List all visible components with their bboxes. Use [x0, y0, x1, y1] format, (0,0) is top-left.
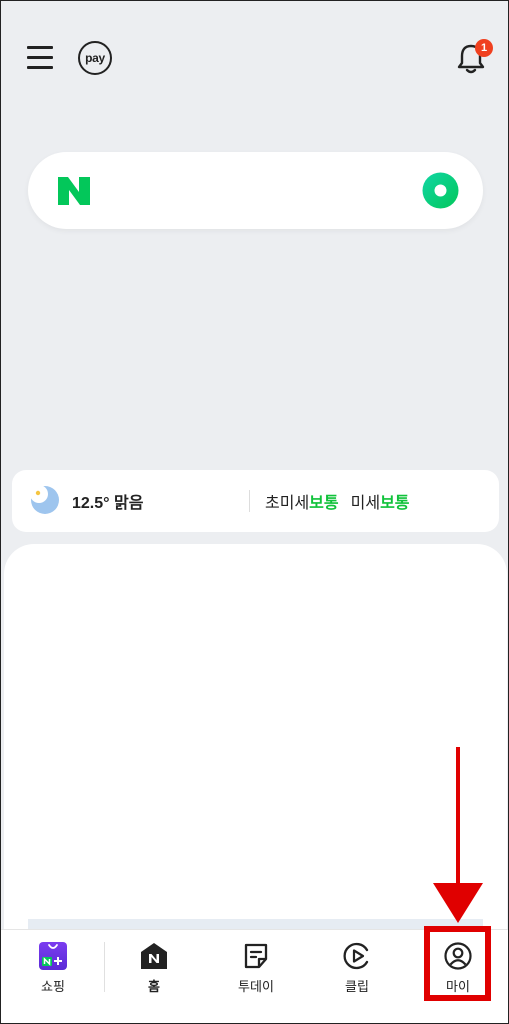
nav-item-shopping[interactable]: 쇼핑 — [3, 930, 103, 1023]
annotation-arrow-icon — [431, 747, 485, 925]
nav-item-clip[interactable]: 클립 — [307, 930, 407, 1023]
nav-label-shopping: 쇼핑 — [41, 979, 65, 994]
nav-item-home[interactable]: 홈 — [104, 930, 204, 1023]
search-bar[interactable] — [28, 152, 483, 229]
clip-play-icon — [343, 942, 371, 970]
screen: pay 1 12.5° 맑음 초미세보통 미세보통 쇼핑 홈 투데이 클립 마이 — [0, 0, 509, 1024]
dust-status: 보통 — [380, 495, 410, 512]
today-note-icon — [242, 942, 270, 970]
nav-label-clip: 클립 — [345, 979, 369, 994]
pay-button[interactable]: pay — [78, 41, 112, 75]
dust-label: 미세 — [350, 495, 381, 512]
top-bar: pay 1 — [1, 1, 508, 116]
hamburger-menu-icon[interactable] — [25, 43, 55, 71]
nav-label-home: 홈 — [148, 979, 160, 994]
fine-dust-status: 보통 — [309, 495, 339, 512]
temperature-text: 12.5° 맑음 — [72, 495, 144, 512]
green-circle-icon[interactable] — [422, 172, 459, 209]
notification-badge: 1 — [475, 39, 493, 57]
annotation-highlight-box — [424, 926, 491, 1001]
nav-item-today[interactable]: 투데이 — [206, 930, 306, 1023]
home-icon — [140, 942, 168, 970]
weather-divider — [249, 490, 250, 512]
fine-dust-label: 초미세 — [265, 495, 310, 512]
nav-label-today: 투데이 — [238, 979, 274, 994]
content-divider-strip — [28, 919, 483, 929]
weather-widget[interactable]: 12.5° 맑음 초미세보통 미세보통 — [12, 470, 499, 532]
shopping-bag-icon — [39, 942, 67, 970]
naver-logo-icon — [58, 177, 90, 205]
moon-cloud-icon — [29, 484, 61, 516]
dust-info: 초미세보통 미세보통 — [265, 489, 410, 513]
